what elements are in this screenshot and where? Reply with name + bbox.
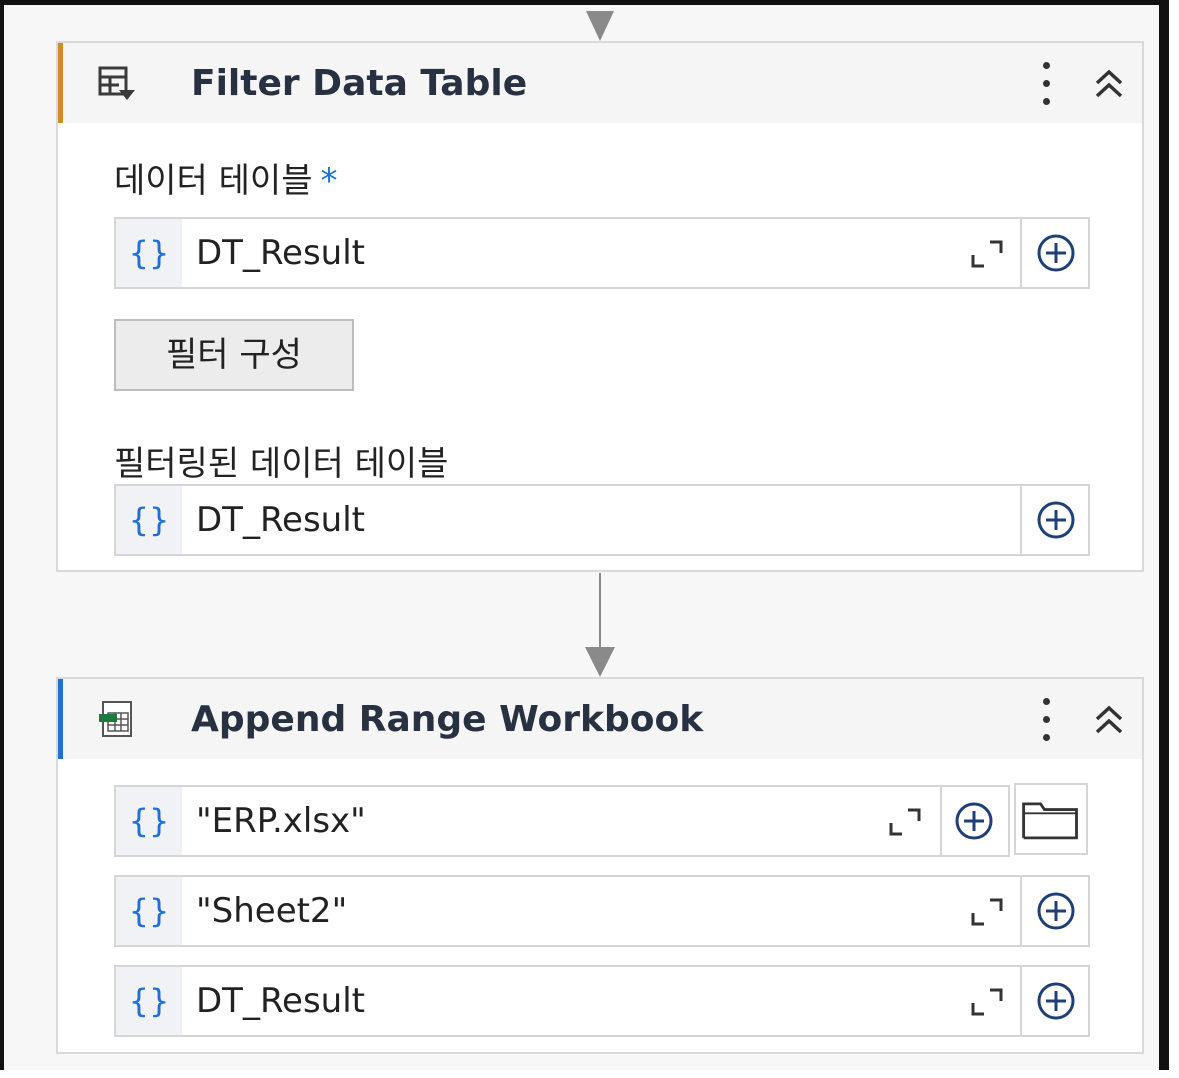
expand-editor-icon[interactable]: [970, 239, 1004, 269]
datatable-label: 데이터 테이블 *: [114, 161, 338, 201]
expression-braces-icon: {}: [116, 787, 182, 855]
configure-filter-button[interactable]: 필터 구성: [114, 319, 354, 391]
expression-braces-icon: {}: [116, 877, 182, 945]
sheet-name-input[interactable]: {} "Sheet2": [114, 875, 1090, 947]
workbook-path-input[interactable]: {} "ERP.xlsx": [114, 785, 1010, 857]
activity-title: Filter Data Table: [191, 63, 528, 104]
add-variable-icon[interactable]: [1036, 891, 1076, 931]
more-options-icon[interactable]: [1038, 57, 1054, 111]
more-options-icon[interactable]: [1038, 693, 1054, 747]
connector-arrow-top: [586, 11, 614, 41]
workflow-canvas: Filter Data Table 데이터 테이블* {} DT_Result: [0, 0, 1169, 1070]
add-variable-icon[interactable]: [954, 801, 994, 841]
sheet-name-value: "Sheet2": [196, 891, 348, 931]
datatable-input[interactable]: {} DT_Result: [114, 217, 1090, 289]
expression-braces-icon: {}: [116, 219, 182, 287]
connector-arrow-middle: [585, 573, 615, 677]
filter-table-icon: [98, 66, 135, 100]
collapse-icon[interactable]: [1091, 63, 1127, 103]
output-datatable-label: 필터링된 데이터 테이블: [114, 444, 449, 484]
expand-editor-icon[interactable]: [970, 897, 1004, 927]
activity-header[interactable]: Append Range Workbook: [58, 679, 1142, 759]
activity-title: Append Range Workbook: [191, 699, 704, 740]
output-datatable-input[interactable]: {} DT_Result: [114, 484, 1090, 556]
add-variable-icon[interactable]: [1036, 981, 1076, 1021]
activity-header[interactable]: Filter Data Table: [58, 43, 1142, 123]
workbook-path-value: "ERP.xlsx": [196, 801, 366, 841]
add-variable-icon[interactable]: [1036, 500, 1076, 540]
append-datatable-value: DT_Result: [196, 981, 366, 1021]
expand-editor-icon[interactable]: [970, 987, 1004, 1017]
browse-folder-button[interactable]: [1014, 783, 1088, 855]
folder-icon: [1022, 802, 1078, 840]
expression-braces-icon: {}: [116, 967, 182, 1035]
append-datatable-input[interactable]: {} DT_Result: [114, 965, 1090, 1037]
append-range-workbook-activity[interactable]: Append Range Workbook {} "ERP.xlsx" {} "…: [56, 677, 1144, 1054]
filter-data-table-activity[interactable]: Filter Data Table 데이터 테이블* {} DT_Result: [56, 41, 1144, 572]
required-marker: *: [320, 161, 338, 201]
output-datatable-value: DT_Result: [196, 500, 366, 540]
expand-editor-icon[interactable]: [888, 807, 922, 837]
datatable-value: DT_Result: [196, 233, 366, 273]
add-variable-icon[interactable]: [1036, 233, 1076, 273]
expression-braces-icon: {}: [116, 486, 182, 554]
excel-workbook-icon: [99, 701, 132, 737]
collapse-icon[interactable]: [1091, 699, 1127, 739]
